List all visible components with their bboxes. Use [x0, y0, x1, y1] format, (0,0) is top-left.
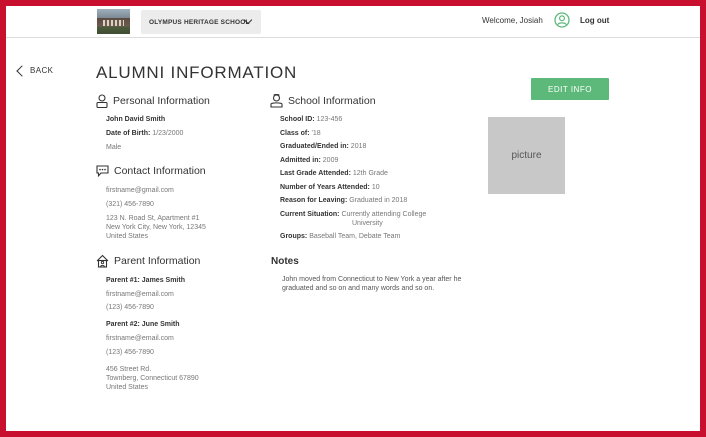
parent-address-2: Townberg, Connecticut 67890 [106, 375, 199, 382]
app-frame: OLYMPUS HERITAGE SCHOOL Welcome, Josiah … [6, 6, 700, 431]
school-row-label: Current Situation: [280, 211, 340, 218]
school-row: Last Grade Attended: 12th Grade [280, 169, 388, 178]
school-row-continuation: University [352, 220, 383, 227]
dob-row: Date of Birth: 1/23/2000 [106, 129, 183, 138]
student-icon [270, 94, 283, 108]
person-icon [96, 94, 108, 108]
parent-address-1: 456 Street Rd. [106, 366, 152, 373]
school-selector[interactable]: OLYMPUS HERITAGE SCHOOL [141, 10, 261, 34]
school-logo [97, 9, 130, 34]
school-row-value: Currently attending College [341, 211, 427, 218]
school-row-label: Class of: [280, 130, 310, 137]
contact-info-heading: Contact Information [96, 165, 206, 177]
back-button[interactable]: BACK [16, 64, 54, 77]
school-row-label: Number of Years Attended: [280, 184, 370, 191]
dob-value: 1/23/2000 [152, 130, 184, 137]
school-row-value: 10 [371, 184, 380, 191]
school-selector-label: OLYMPUS HERITAGE SCHOOL [149, 18, 250, 26]
user-icon[interactable] [554, 12, 570, 28]
school-row-label: Graduated/Ended in: [280, 143, 349, 150]
parent-address-3: United States [106, 384, 149, 391]
school-row-value: 12th Grade [352, 170, 388, 177]
school-row-value: 123-456 [316, 116, 343, 123]
back-label: BACK [30, 66, 54, 75]
contact-phone: (321) 456-7890 [106, 201, 154, 208]
personal-info-heading: Personal Information [96, 94, 210, 108]
house-icon [96, 254, 109, 268]
logout-link[interactable]: Log out [580, 16, 609, 25]
school-info-title: School Information [288, 95, 376, 107]
parent2-email: firstname@email.com [106, 335, 174, 342]
edit-info-button[interactable]: EDIT INFO [531, 78, 609, 100]
welcome-text: Welcome, Josiah [482, 16, 543, 25]
top-bar: OLYMPUS HERITAGE SCHOOL Welcome, Josiah … [6, 6, 700, 38]
school-info-heading: School Information [270, 94, 376, 108]
school-row-value: 2009 [322, 157, 339, 164]
school-row-label: Admitted in: [280, 157, 321, 164]
alumni-name: John David Smith [106, 116, 166, 123]
notes-heading: Notes [271, 256, 299, 267]
contact-address-3: United States [106, 233, 149, 240]
school-row: School ID: 123-456 [280, 115, 342, 124]
school-row-value: '18 [311, 130, 321, 137]
contact-info-title: Contact Information [114, 165, 206, 177]
school-row: Reason for Leaving: Graduated in 2018 [280, 196, 407, 205]
school-row: Number of Years Attended: 10 [280, 183, 380, 192]
gender: Male [106, 144, 122, 151]
school-row: Admitted in: 2009 [280, 156, 338, 165]
school-row: Class of: '18 [280, 129, 321, 138]
contact-email: firstname@gmail.com [106, 187, 174, 194]
school-row: Groups: Baseball Team, Debate Team [280, 232, 400, 241]
school-row-label: School ID: [280, 116, 315, 123]
notes-text: John moved from Connecticut to New York … [282, 276, 462, 292]
school-row-label: Reason for Leaving: [280, 197, 348, 204]
chat-icon [96, 165, 109, 177]
parent-info-title: Parent Information [114, 255, 201, 267]
parent2-name: Parent #2: June Smith [106, 321, 180, 328]
parent2-phone: (123) 456-7890 [106, 349, 154, 356]
school-row: Graduated/Ended in: 2018 [280, 142, 366, 151]
parent1-email: firstname@email.com [106, 291, 174, 298]
chevron-left-icon [16, 64, 28, 77]
school-row-value: 2018 [350, 143, 367, 150]
school-row-label: Last Grade Attended: [280, 170, 351, 177]
school-row-label: Groups: [280, 233, 308, 240]
parent-info-heading: Parent Information [96, 254, 200, 268]
personal-info-title: Personal Information [113, 95, 210, 107]
contact-address-1: 123 N. Road St, Apartment #1 [106, 215, 200, 222]
contact-address-2: New York City, New York, 12345 [106, 224, 206, 231]
school-row-value: Baseball Team, Debate Team [309, 233, 401, 240]
school-row: Current Situation: Currently attending C… [280, 210, 426, 219]
profile-picture-placeholder: picture [488, 117, 565, 194]
school-row-value: Graduated in 2018 [349, 197, 408, 204]
page-title: ALUMNI INFORMATION [96, 63, 298, 82]
parent1-phone: (123) 456-7890 [106, 304, 154, 311]
parent1-name: Parent #1: James Smith [106, 277, 185, 284]
dob-label: Date of Birth: [106, 130, 151, 137]
